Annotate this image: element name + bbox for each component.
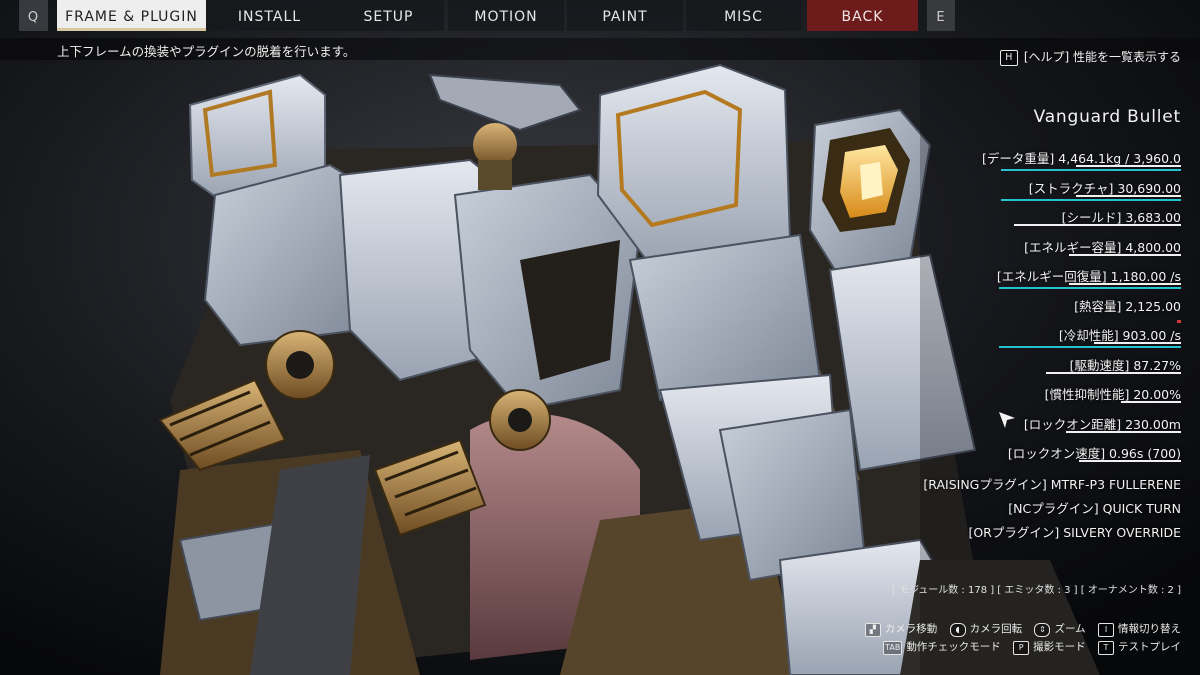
tab-misc[interactable]: MISC: [686, 0, 801, 31]
stat-row[interactable]: [エネルギー容量] 4,800.00: [841, 237, 1181, 265]
stat-bar-compare: [998, 346, 1181, 348]
control-label: ズーム: [1054, 623, 1086, 635]
module-counts: [ モジュール数 : 178 ] [ エミッタ数 : 3 ] [ オーナメント数…: [891, 585, 1181, 596]
stat-row[interactable]: [駆動速度] 87.27%: [841, 355, 1181, 383]
control-label: カメラ回転: [969, 623, 1023, 635]
stat-bar-compare: [1001, 198, 1181, 201]
help-key-icon: H: [999, 50, 1018, 66]
stat-bar-white: [1076, 194, 1181, 197]
stat-bar-compare: [998, 287, 1181, 289]
control-label: カメラ移動: [884, 623, 938, 635]
control-test-play[interactable]: T テストプレイ: [1098, 639, 1181, 655]
tab-setup[interactable]: SETUP: [333, 0, 444, 31]
tab-motion[interactable]: MOTION: [448, 0, 564, 31]
stat-bar-white: [1046, 371, 1181, 374]
control-camera-rotate: ◖ カメラ回転: [949, 621, 1023, 637]
plugin-raising[interactable]: [RAISINGプラグイン] MTRF-P3 FULLERENE: [923, 474, 1181, 493]
tab-paint[interactable]: PAINT: [567, 0, 683, 31]
stat-bar-white: [1076, 165, 1181, 167]
stat-row[interactable]: [エネルギー回復量] 1,180.00 /s: [841, 266, 1181, 294]
stat-row[interactable]: [慣性抑制性能] 20.00%: [841, 384, 1181, 412]
control-photo-mode[interactable]: P 撮影モード: [1013, 639, 1086, 655]
control-label: 撮影モード: [1033, 641, 1086, 653]
top-tab-bar: Q FRAME & PLUGIN INSTALL SETUP MOTION PA…: [0, 0, 1200, 31]
test-key-icon: T: [1098, 641, 1114, 655]
stat-bar-compare: [1001, 169, 1181, 171]
control-camera-move: ▞ カメラ移動: [864, 621, 938, 637]
plugin-nc[interactable]: [NCプラグイン] QUICK TURN: [1008, 498, 1181, 517]
scroll-icon: ⇕: [1034, 623, 1051, 637]
stat-bar-white: [1078, 460, 1181, 462]
mouse-icon: ◖: [949, 623, 966, 637]
mech-name: Vanguard Bullet: [1033, 107, 1181, 127]
plugin-or[interactable]: [ORプラグイン] SILVERY OVERRIDE: [968, 522, 1181, 541]
page-description: 上下フレームの換装やプラグインの脱着を行います。: [57, 44, 356, 59]
cursor-arrow-icon: [999, 412, 1015, 428]
stat-bar-white: [1068, 283, 1181, 285]
tab-key-icon: TAB: [883, 641, 903, 655]
help-label: [ヘルプ] 性能を一覧表示する: [1023, 50, 1181, 64]
stat-bar-red-marker: [1177, 319, 1181, 323]
stat-bar-white: [1066, 430, 1181, 433]
controls-row-2: TAB 動作チェックモード P 撮影モード T テストプレイ: [874, 639, 1181, 655]
prev-tab-key-q[interactable]: Q: [19, 0, 48, 31]
stat-row[interactable]: [ロックオン速度] 0.96s (700): [841, 443, 1181, 471]
stat-bar-white: [1013, 224, 1181, 226]
control-motion-check[interactable]: TAB 動作チェックモード: [883, 639, 1001, 655]
control-info-toggle[interactable]: I 情報切り替え: [1098, 621, 1181, 637]
photo-key-icon: P: [1013, 641, 1030, 655]
stat-bar-white: [1121, 401, 1181, 403]
control-zoom: ⇕ ズーム: [1034, 621, 1086, 637]
control-label: 動作チェックモード: [906, 641, 1001, 653]
stat-label: [熱容量] 2,125.00: [1074, 298, 1181, 314]
stat-bar-white: [1093, 342, 1181, 344]
help-hint[interactable]: H [ヘルプ] 性能を一覧表示する: [999, 48, 1181, 66]
info-key-icon: I: [1098, 623, 1114, 637]
move-icon: ▞: [864, 623, 881, 637]
stat-row[interactable]: [シールド] 3,683.00: [841, 207, 1181, 235]
stat-bar-white: [1068, 253, 1181, 256]
stat-row[interactable]: [熱容量] 2,125.00: [841, 296, 1181, 324]
stat-row[interactable]: [冷却性能] 903.00 /s: [841, 325, 1181, 353]
stat-row[interactable]: [データ重量] 4,464.1kg / 3,960.0: [841, 148, 1181, 176]
next-tab-key-e[interactable]: E: [927, 0, 955, 31]
tab-install[interactable]: INSTALL: [206, 0, 333, 31]
tab-back[interactable]: BACK: [807, 0, 918, 31]
controls-row-1: ▞ カメラ移動 ◖ カメラ回転 ⇕ ズーム I 情報切り替え: [856, 621, 1181, 637]
control-label: テストプレイ: [1118, 641, 1181, 653]
control-label: 情報切り替え: [1118, 623, 1181, 635]
tab-frame-plugin[interactable]: FRAME & PLUGIN: [57, 0, 206, 31]
stat-row[interactable]: [ストラクチャ] 30,690.00: [841, 178, 1181, 206]
